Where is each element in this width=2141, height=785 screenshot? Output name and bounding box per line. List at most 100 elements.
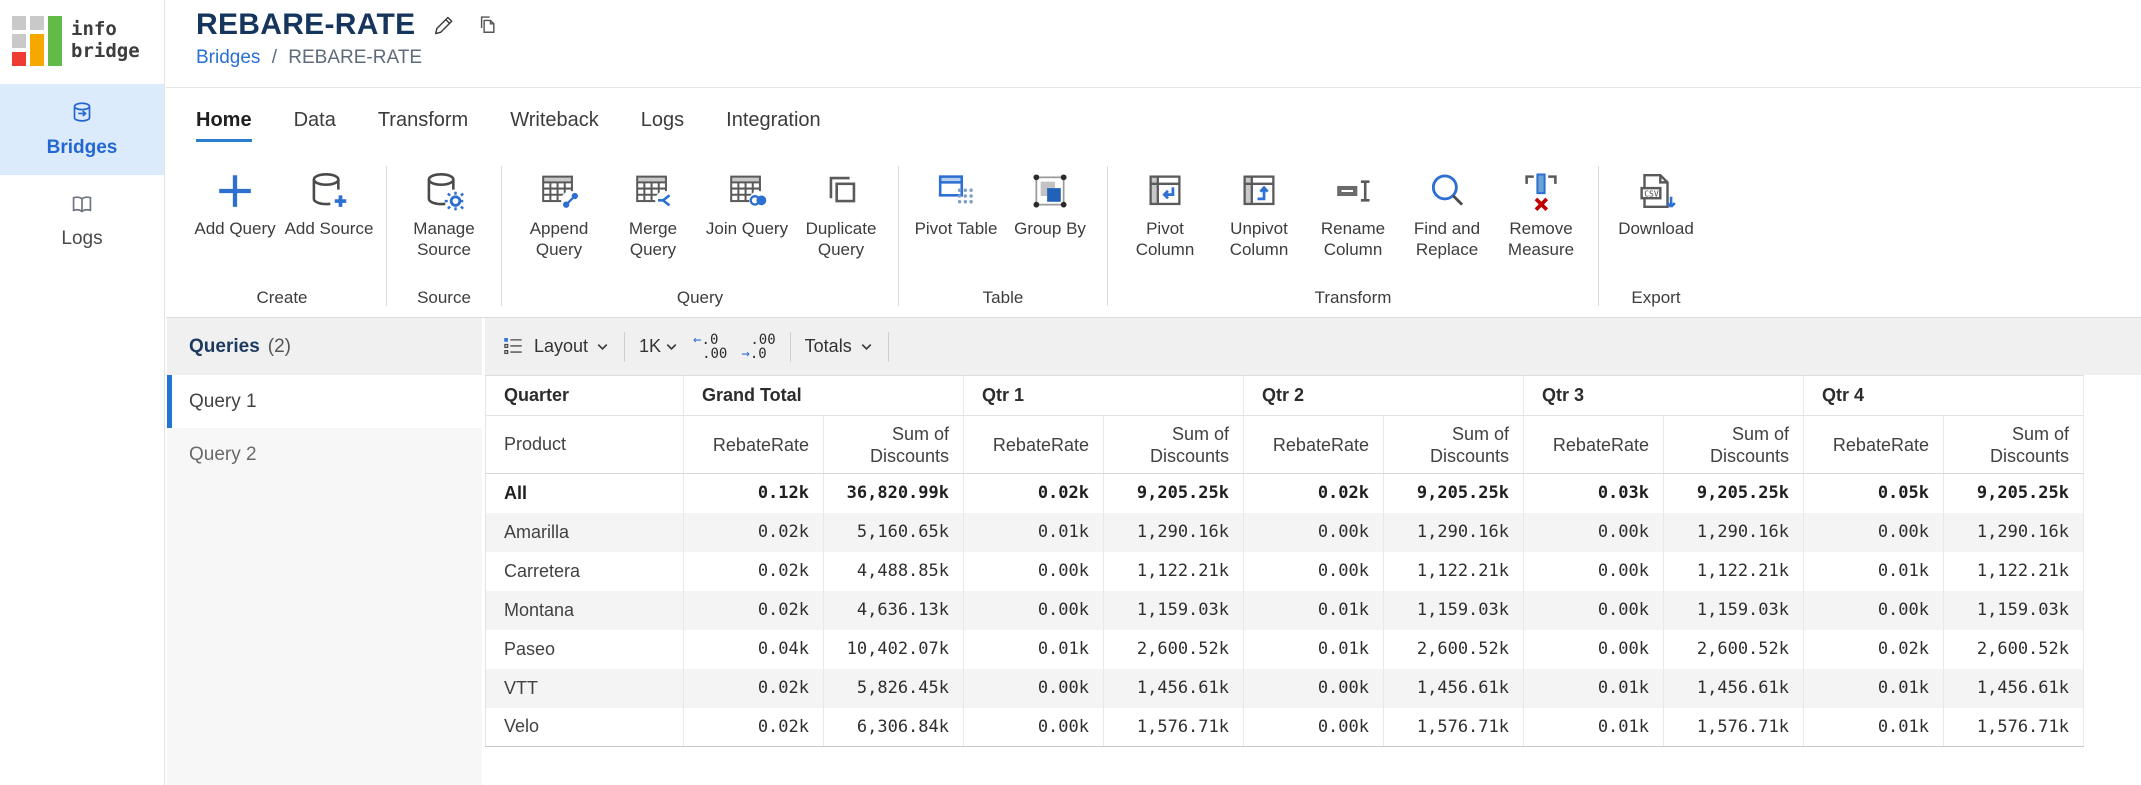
decrease-decimal-button[interactable]: ←.0 .00 [693,333,727,361]
ribbon-button-label: Rename Column [1306,218,1400,260]
value-cell: 0.02k [684,513,824,552]
group-by-button[interactable]: Group By [1003,164,1097,239]
pivot-group-header: Qtr 2 [1244,376,1524,416]
value-cell: 0.00k [964,669,1104,708]
value-cell: 0.02k [964,474,1104,513]
pivot-corner-header: Quarter [486,376,684,416]
edit-title-icon[interactable] [431,12,458,39]
join-query-button[interactable]: Join Query [700,164,794,239]
sidebar: info bridge Bridges Logs [0,0,165,785]
value-cell: 2,600.52k [1944,630,2084,669]
page-header: REBARE-RATE Bridges / REBARE-RATE [166,0,2141,88]
queries-list: Query 1Query 2 [167,375,482,481]
pivot-measure-header: RebateRate [1804,416,1944,474]
logs-icon [67,189,97,219]
download-button[interactable]: CSVDownload [1609,164,1703,239]
tab-transform[interactable]: Transform [378,109,468,142]
ribbon-group-caption: Query [512,288,888,318]
product-cell: VTT [486,669,684,708]
value-cell: 1,576.71k [1944,708,2084,747]
add-source-button[interactable]: Add Source [282,164,376,239]
add-query-button[interactable]: Add Query [188,164,282,239]
tab-writeback[interactable]: Writeback [510,109,599,142]
value-cell: 0.02k [684,591,824,630]
pivot-measure-header: Sum ofDiscounts [1104,416,1244,474]
find-replace-icon [1424,168,1470,214]
infobridge-logo: info bridge [0,0,164,66]
product-cell: Montana [486,591,684,630]
tab-integration[interactable]: Integration [726,109,821,142]
table-row: All0.12k36,820.99k0.02k9,205.25k0.02k9,2… [486,474,2084,513]
svg-text:CSV: CSV [1644,189,1659,198]
sidebar-item-bridges[interactable]: Bridges [0,84,164,175]
pivot-table-button[interactable]: Pivot Table [909,164,1003,239]
value-cell: 36,820.99k [824,474,964,513]
value-cell: 0.00k [1804,591,1944,630]
ribbon-group-table: Pivot Table Group By Table [909,164,1097,318]
value-cell: 1,159.03k [1664,591,1804,630]
value-cell: 0.01k [964,630,1104,669]
queries-panel-header: Queries (2) [167,318,482,375]
value-cell: 0.01k [1524,708,1664,747]
ribbon-button-label: Append Query [512,218,606,260]
pivot-measure-header: RebateRate [684,416,824,474]
toolbar-divider [888,332,889,362]
table-row: VTT0.02k5,826.45k0.00k1,456.61k0.00k1,45… [486,669,2084,708]
sidebar-item-label: Bridges [0,137,164,159]
find-replace-button[interactable]: Find and Replace [1400,164,1494,260]
value-cell: 10,402.07k [824,630,964,669]
manage-source-button[interactable]: Manage Source [397,164,491,260]
unpivot-column-button[interactable]: Unpivot Column [1212,164,1306,260]
value-cell: 0.03k [1524,474,1664,513]
ribbon-group-caption: Table [909,288,1097,318]
rename-column-button[interactable]: Rename Column [1306,164,1400,260]
ribbon-group-source: Manage SourceSource [397,164,491,318]
ribbon-group-separator [386,166,387,306]
add-query-icon [212,168,258,214]
totals-dropdown[interactable]: Totals [805,336,874,357]
sidebar-item-logs[interactable]: Logs [0,175,164,266]
copy-title-icon[interactable] [474,12,501,39]
pivot-group-header: Qtr 3 [1524,376,1804,416]
scale-dropdown[interactable]: 1K [639,336,679,357]
ribbon-button-label: Add Source [285,218,374,239]
ribbon-button-label: Group By [1014,218,1086,239]
value-cell: 2,600.52k [1384,630,1524,669]
ribbon-button-label: Duplicate Query [794,218,888,260]
tab-data[interactable]: Data [294,109,336,142]
query-list-item-1[interactable]: Query 1 [167,375,482,428]
value-cell: 1,122.21k [1384,552,1524,591]
tab-logs[interactable]: Logs [641,109,684,142]
ribbon-button-label: Add Query [194,218,275,239]
layout-dropdown[interactable]: Layout [501,334,610,360]
value-cell: 0.00k [1524,630,1664,669]
value-cell: 0.01k [1244,591,1384,630]
breadcrumb-current: REBARE-RATE [288,47,422,68]
queries-panel: Queries (2) Query 1Query 2 [167,318,482,785]
unpivot-column-icon [1236,168,1282,214]
value-cell: 1,576.71k [1384,708,1524,747]
query-list-item-2[interactable]: Query 2 [167,428,482,481]
remove-measure-button[interactable]: Remove Measure [1494,164,1588,260]
append-query-button[interactable]: Append Query [512,164,606,260]
breadcrumb: Bridges / REBARE-RATE [196,47,2141,69]
product-cell: Paseo [486,630,684,669]
value-cell: 0.01k [964,513,1104,552]
value-cell: 0.02k [684,669,824,708]
download-csv-icon: CSV [1633,168,1679,214]
layout-list-icon [501,334,527,360]
value-cell: 0.00k [964,708,1104,747]
value-cell: 0.01k [1524,669,1664,708]
merge-query-button[interactable]: Merge Query [606,164,700,260]
chevron-down-icon [859,339,874,354]
product-cell: Velo [486,708,684,747]
value-cell: 0.04k [684,630,824,669]
chevron-down-icon [664,339,679,354]
duplicate-query-button[interactable]: Duplicate Query [794,164,888,260]
tab-home[interactable]: Home [196,109,252,142]
pivot-column-button[interactable]: Pivot Column [1118,164,1212,260]
increase-decimal-button[interactable]: .00 →.0 [741,333,775,361]
value-cell: 6,306.84k [824,708,964,747]
ribbon-button-label: Merge Query [606,218,700,260]
breadcrumb-bridges-link[interactable]: Bridges [196,47,260,68]
